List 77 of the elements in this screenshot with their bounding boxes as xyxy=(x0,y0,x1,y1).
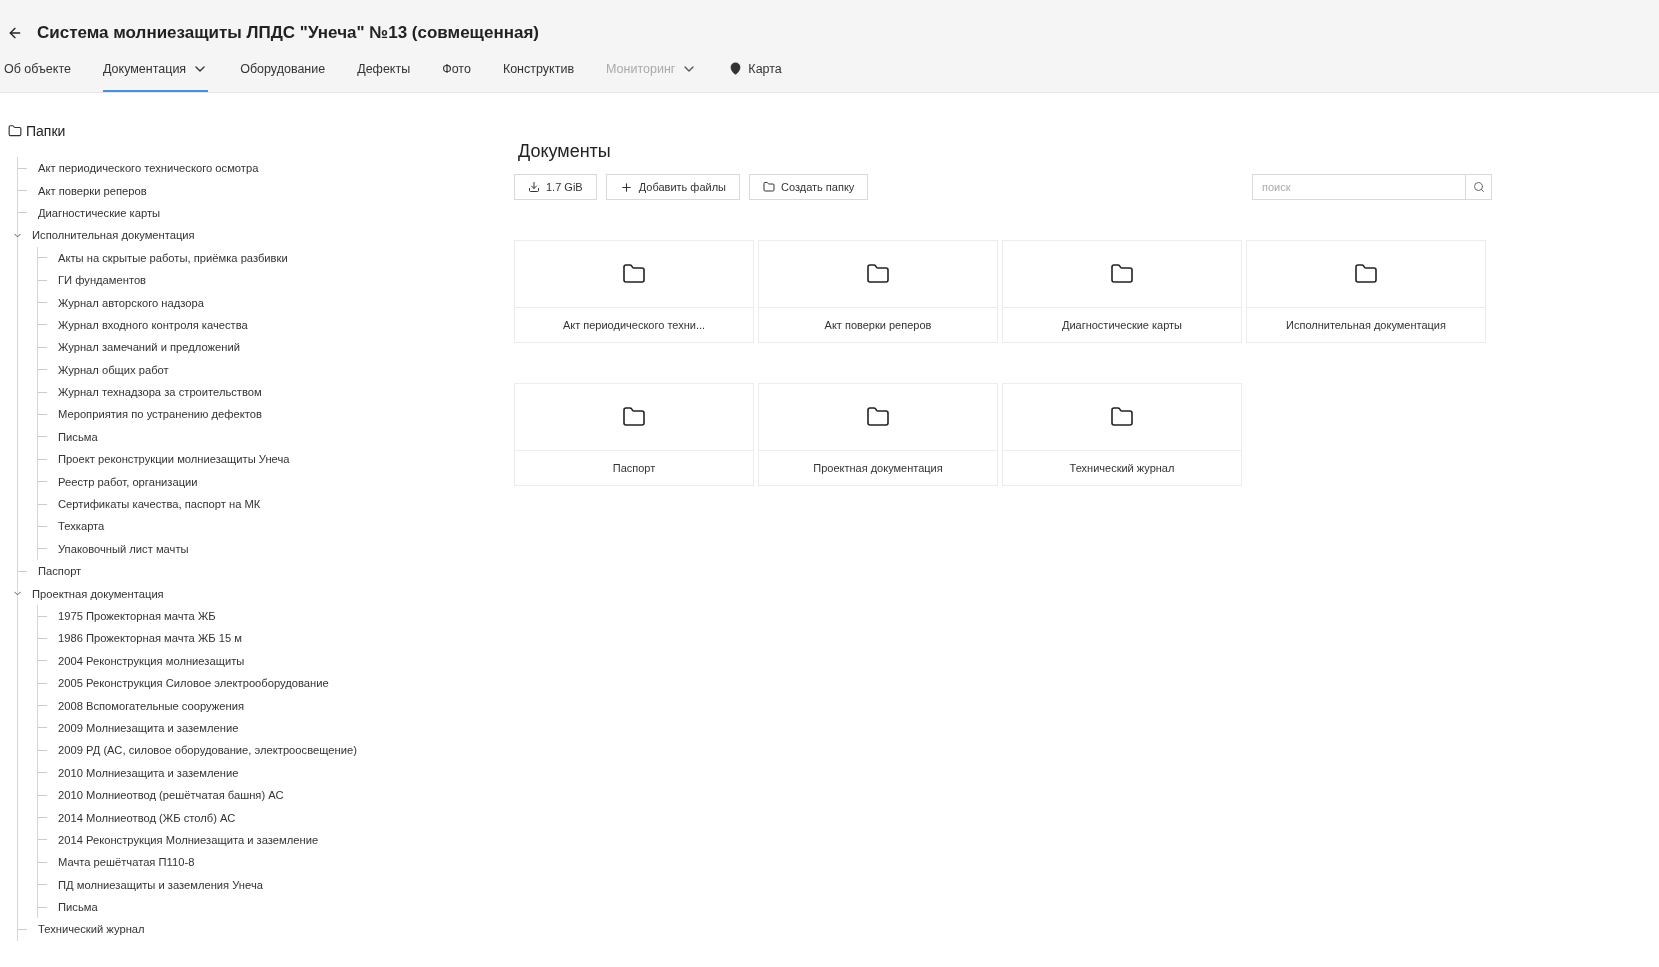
tree-item[interactable]: 1986 Прожекторная мачта ЖБ 15 м xyxy=(58,632,242,645)
folder-icon xyxy=(1110,405,1134,429)
tree-item[interactable]: Акты на скрытые работы, приёмка разбивки xyxy=(58,251,288,264)
toolbar-button[interactable]: Добавить файлы xyxy=(605,174,740,200)
folder-name: Паспорт xyxy=(611,461,657,476)
tree-item[interactable]: Журнал замечаний и предложений xyxy=(58,341,240,354)
tab[interactable]: Карта xyxy=(729,49,782,92)
tree-item[interactable]: 2010 Молниеотвод (решётчатая башня) АС xyxy=(58,789,284,802)
search-field[interactable]: поиск xyxy=(1252,174,1466,200)
tree-item[interactable]: Журнал входного контроля качества xyxy=(58,318,248,331)
toolbar-button[interactable]: Создать папку xyxy=(749,174,869,200)
folder-card[interactable]: Акт периодического техни... xyxy=(514,240,754,343)
tab[interactable]: Фото xyxy=(442,49,471,92)
section-title: Документы xyxy=(518,141,612,162)
tree-item[interactable]: 2009 РД (АС, силовое оборудование, электроосвещение) xyxy=(58,744,357,757)
folder-card[interactable]: Технический журнал xyxy=(1002,383,1242,486)
tree-item[interactable]: 2010 Молниезащита и заземление xyxy=(58,766,239,779)
folder-card[interactable]: Диагностические карты xyxy=(1002,240,1242,343)
tree-item[interactable]: ГИ фундаментов xyxy=(58,274,147,287)
folder-icon xyxy=(866,262,890,286)
folder-name: Технический журнал xyxy=(1068,461,1176,476)
folder-name: Акт поверки реперов xyxy=(823,318,933,333)
tree-item[interactable]: 2004 Реконструкция молниезащиты xyxy=(58,654,245,667)
folder-card[interactable]: Проектная документация xyxy=(758,383,998,486)
tree-item[interactable]: 2014 Реконструкция Молниезащита и заземление xyxy=(58,833,319,846)
folder-card[interactable]: Паспорт xyxy=(514,383,754,486)
tree-item[interactable]: Проектная документация xyxy=(32,587,164,600)
folder-icon xyxy=(1354,262,1378,286)
search-icon xyxy=(1472,181,1485,193)
folder-name: Исполнительная документация xyxy=(1285,318,1447,333)
folder-icon xyxy=(866,405,890,429)
folder-icon xyxy=(763,181,775,193)
tree-item[interactable]: Акт поверки реперов xyxy=(38,184,147,197)
folder-card[interactable]: Акт поверки реперов xyxy=(758,240,998,343)
tab[interactable]: Дефекты xyxy=(357,49,411,92)
tree-item[interactable]: Акт периодического технического осмотра xyxy=(38,162,259,175)
tree-item[interactable]: Реестр работ, организации xyxy=(58,475,198,488)
folder-icon xyxy=(622,262,646,286)
tree-item[interactable]: Журнал авторского надзора xyxy=(58,296,204,309)
tree-item[interactable]: 2009 Молниезащита и заземление xyxy=(58,721,239,734)
tree-item[interactable]: Паспорт xyxy=(38,565,82,578)
tab[interactable]: Документация xyxy=(102,49,209,92)
tree-item[interactable]: 2005 Реконструкция Силовое электрооборудование xyxy=(58,677,329,690)
tab[interactable]: Конструктив xyxy=(502,49,575,92)
toolbar-button[interactable]: 1.7 GiB xyxy=(514,174,597,200)
tree-item[interactable]: Мероприятия по устранению дефектов xyxy=(58,408,262,421)
tree-item[interactable]: 2014 Молниеотвод (ЖБ столб) АС xyxy=(58,811,236,824)
tree-item[interactable]: Мачта решётчатая П110-8 xyxy=(58,856,195,869)
tree-item[interactable]: 2008 Вспомогательные сооружения xyxy=(58,699,244,712)
download-icon xyxy=(528,181,540,193)
tree-item[interactable]: Исполнительная документация xyxy=(32,229,195,242)
plus-icon xyxy=(619,180,633,194)
tree-item[interactable]: Письма xyxy=(58,901,98,914)
tree-item[interactable]: Технический журнал xyxy=(38,923,145,936)
tree-item[interactable]: ПД молниезащиты и заземления Унеча xyxy=(58,878,263,891)
tree-item[interactable]: Письма xyxy=(58,430,98,443)
tree-item[interactable]: Журнал технадзора за строительством xyxy=(58,386,262,399)
folder-name: Диагностические карты xyxy=(1060,318,1184,333)
folder-icon xyxy=(8,124,22,138)
page-title: Система молниезащиты ЛПДС "Унеча" №13 (совмещенная) xyxy=(37,23,539,44)
tab[interactable]: Об объекте xyxy=(4,49,71,92)
map-pin-icon xyxy=(729,62,743,76)
tab[interactable]: Оборудование xyxy=(240,49,326,92)
folder-name: Акт периодического техни... xyxy=(561,318,707,333)
tree-item[interactable]: Журнал общих работ xyxy=(58,363,169,376)
tree-item[interactable]: Проект реконструкции молниезащиты Унеча xyxy=(58,453,290,466)
tree-item[interactable]: Диагностические карты xyxy=(38,206,161,219)
folder-card[interactable]: Исполнительная документация xyxy=(1246,240,1486,343)
tree-item[interactable]: 1975 Прожекторная мачта ЖБ xyxy=(58,610,216,622)
tree-item[interactable]: Техкарта xyxy=(58,520,105,533)
search-button[interactable] xyxy=(1466,174,1492,200)
sidebar-title: Папки xyxy=(26,123,66,139)
tree-item[interactable]: Сертификаты качества, паспорт на МК xyxy=(58,498,261,511)
folder-name: Проектная документация xyxy=(812,461,944,476)
tree-item[interactable]: Упаковочный лист мачты xyxy=(58,542,189,555)
folder-icon xyxy=(1110,262,1134,286)
folder-icon xyxy=(622,405,646,429)
